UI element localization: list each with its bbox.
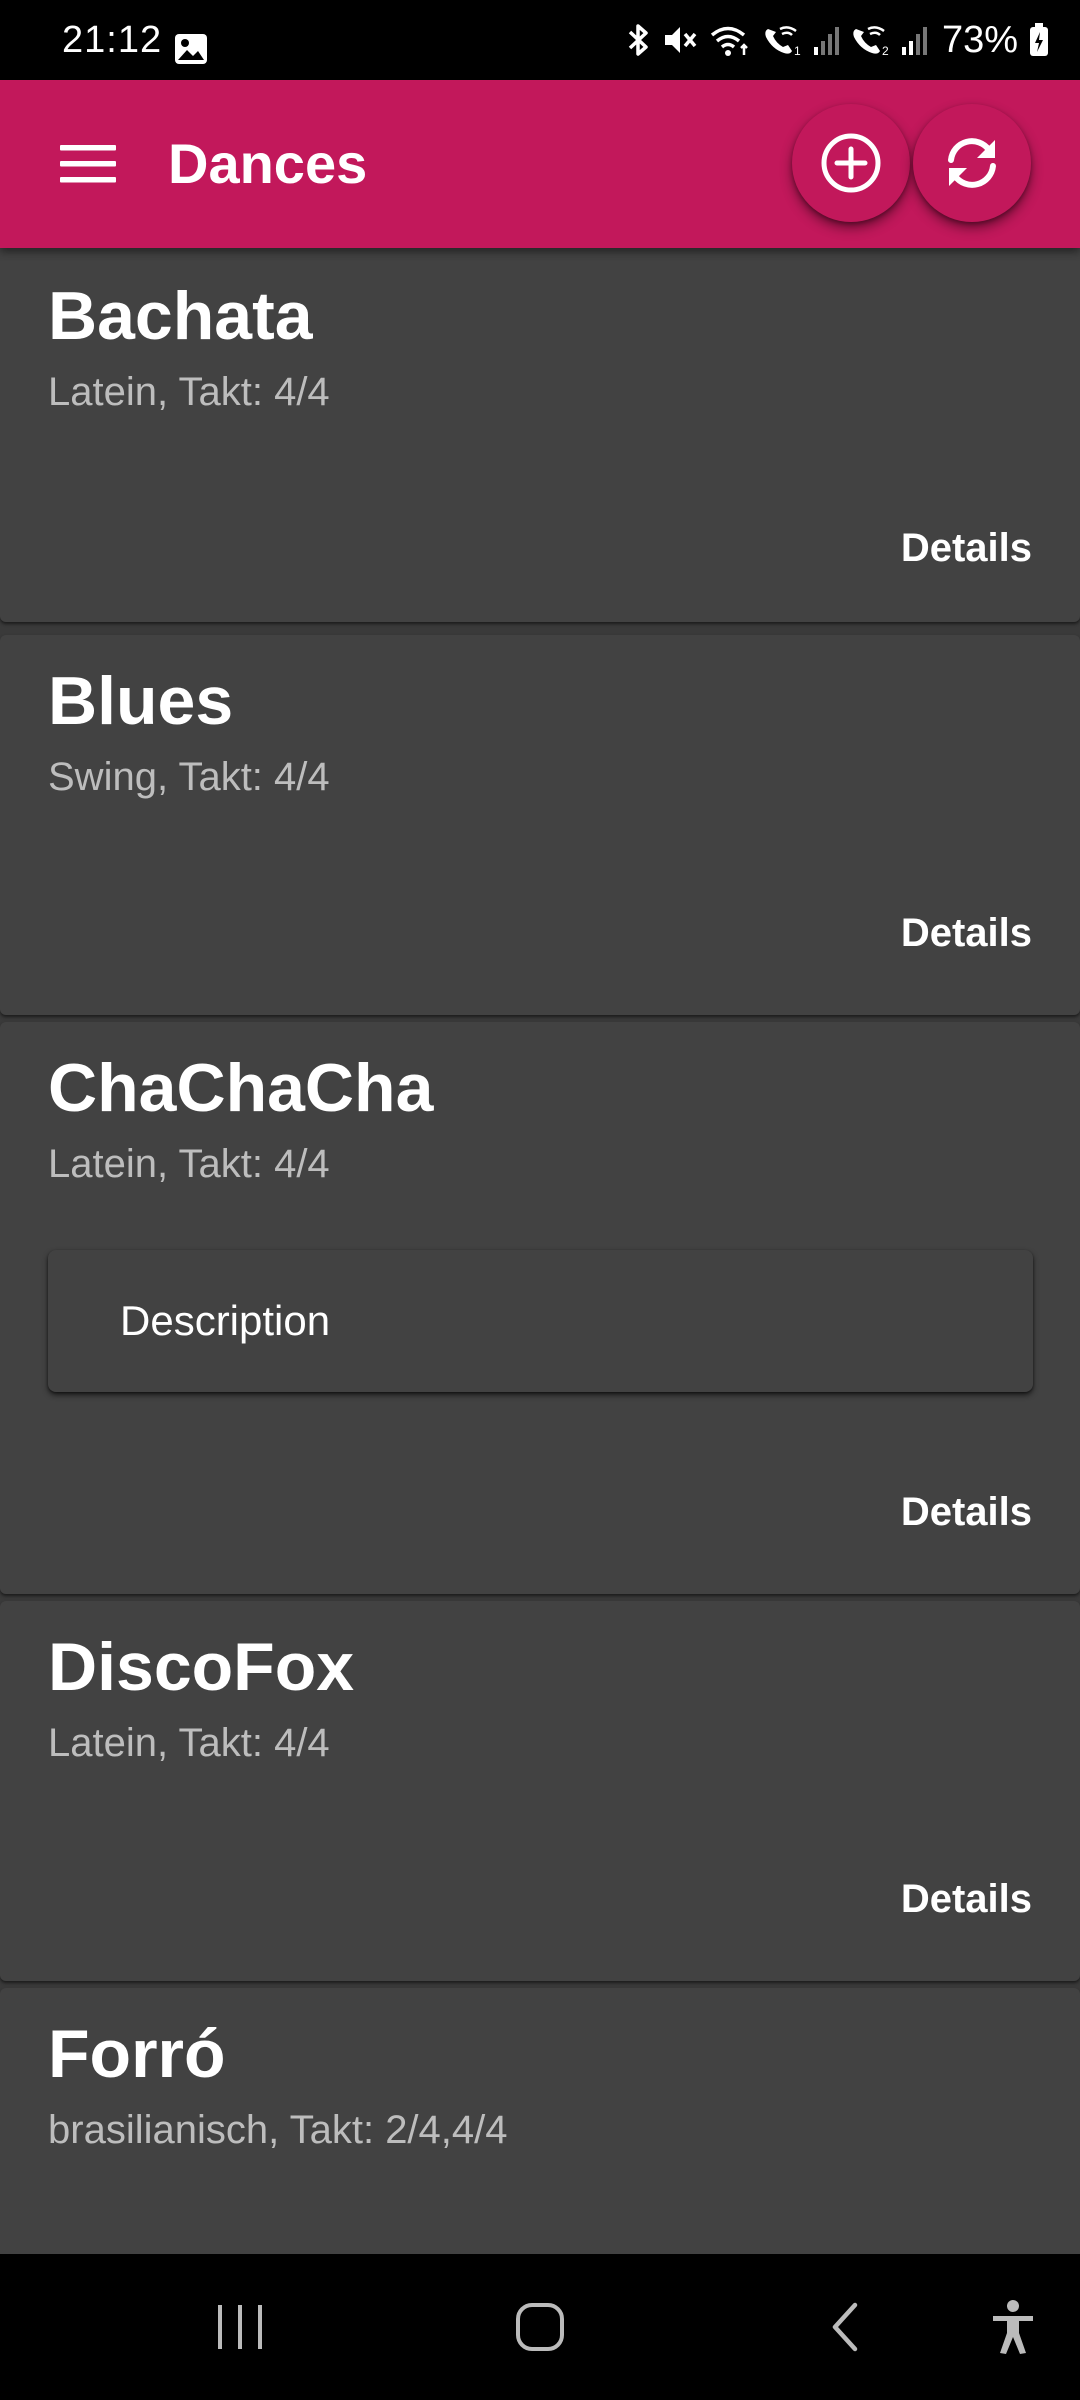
- status-time: 21:12: [62, 19, 163, 61]
- dance-card-blues[interactable]: Blues Swing, Takt: 4/4 Details: [0, 635, 1080, 1015]
- wifi-calling-1-icon: 1: [765, 26, 801, 57]
- dance-subtitle: Swing, Takt: 4/4: [48, 755, 330, 799]
- back-icon: [832, 2302, 858, 2352]
- navigation-bar: [0, 2254, 1080, 2400]
- dance-subtitle: Latein, Takt: 4/4: [48, 1721, 330, 1765]
- dance-card-discofox[interactable]: DiscoFox Latein, Takt: 4/4 Details: [0, 1601, 1080, 1981]
- home-button[interactable]: [495, 2284, 585, 2370]
- app-bar: Dances: [0, 80, 1080, 248]
- svg-text:1: 1: [794, 44, 801, 57]
- details-button[interactable]: Details: [901, 1871, 1032, 1927]
- add-button[interactable]: [792, 104, 910, 222]
- dance-subtitle: Latein, Takt: 4/4: [48, 1142, 330, 1186]
- menu-icon: [60, 145, 116, 183]
- dance-name: Bachata: [48, 278, 313, 354]
- mute-icon: [664, 27, 697, 53]
- dance-name: Blues: [48, 663, 234, 739]
- signal-2-icon: [901, 27, 927, 55]
- wifi-icon: [710, 26, 748, 56]
- svg-text:2: 2: [882, 44, 889, 57]
- sync-button[interactable]: [913, 104, 1031, 222]
- dance-list[interactable]: Bachata Latein, Takt: 4/4 Details Blues …: [0, 248, 1080, 2254]
- details-button[interactable]: Details: [901, 520, 1032, 576]
- details-button[interactable]: Details: [901, 1484, 1032, 1540]
- wifi-calling-2-icon: 2: [853, 26, 889, 57]
- bluetooth-icon: [628, 24, 648, 56]
- description-field[interactable]: Description: [48, 1250, 1033, 1392]
- dance-name: ChaChaCha: [48, 1050, 434, 1126]
- dance-subtitle: brasilianisch, Takt: 2/4,4/4: [48, 2108, 508, 2152]
- battery-percent: 73%: [941, 19, 1018, 61]
- battery-icon: [1030, 23, 1048, 56]
- signal-1-icon: [813, 27, 839, 55]
- back-button[interactable]: [800, 2284, 890, 2370]
- dance-card-forro[interactable]: Forró brasilianisch, Takt: 2/4,4/4: [0, 1988, 1080, 2254]
- accessibility-icon: [993, 2300, 1033, 2354]
- sync-icon: [948, 138, 996, 188]
- dance-name: Forró: [48, 2016, 226, 2092]
- description-label: Description: [120, 1297, 331, 1344]
- status-bar: 21:12 1 2 73%: [0, 0, 1080, 80]
- gallery-icon: [175, 34, 207, 64]
- details-button[interactable]: Details: [901, 905, 1032, 961]
- page-title: Dances: [168, 132, 368, 195]
- recent-apps-icon: [218, 2305, 262, 2349]
- dance-card-bachata[interactable]: Bachata Latein, Takt: 4/4 Details: [0, 248, 1080, 622]
- home-icon: [516, 2303, 564, 2351]
- add-circle-icon: [821, 133, 881, 193]
- accessibility-button[interactable]: [968, 2284, 1058, 2370]
- dance-card-chachacha[interactable]: ChaChaCha Latein, Takt: 4/4 Description …: [0, 1022, 1080, 1594]
- menu-button[interactable]: [60, 124, 156, 204]
- dance-name: DiscoFox: [48, 1629, 355, 1705]
- status-icons: 1 2 73%: [624, 20, 1050, 60]
- recent-apps-button[interactable]: [195, 2284, 285, 2370]
- dance-subtitle: Latein, Takt: 4/4: [48, 370, 330, 414]
